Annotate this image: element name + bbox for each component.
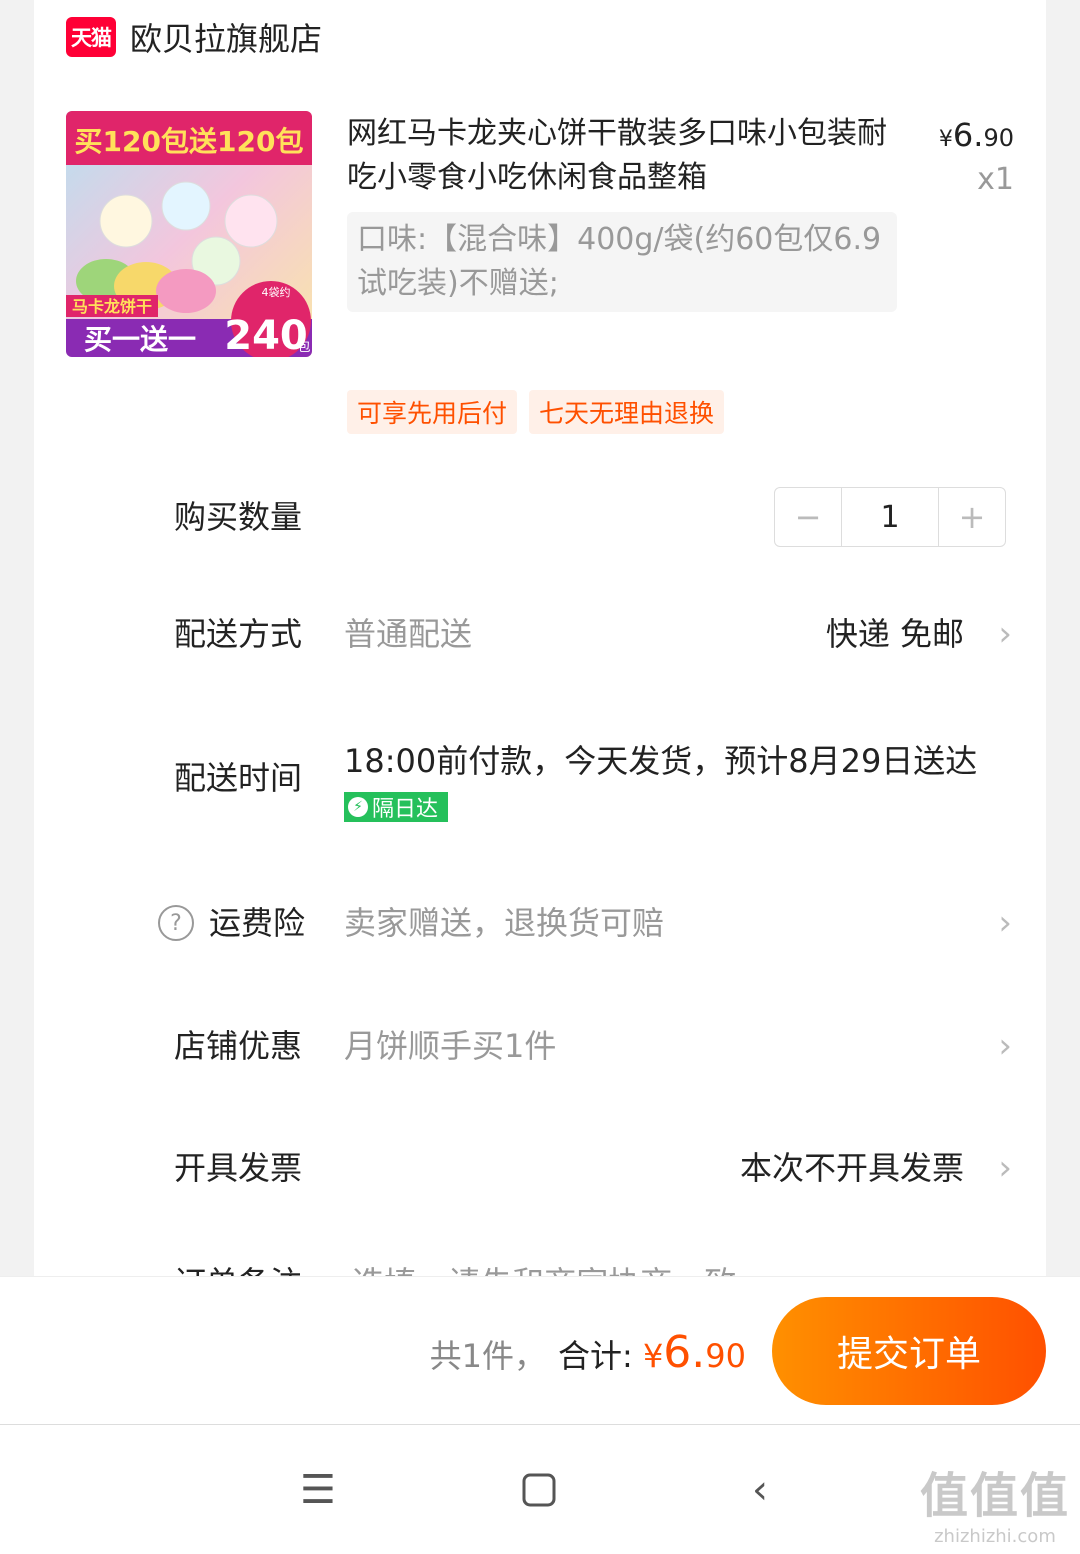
shipping-label: 配送方式 xyxy=(174,615,303,653)
chevron-right-icon: › xyxy=(998,903,1012,943)
store-discount-label: 店铺优惠 xyxy=(174,1027,303,1065)
image-text-mid: 马卡龙饼干 xyxy=(72,297,152,316)
chevron-right-icon: › xyxy=(998,1026,1012,1066)
price-decimal: 90 xyxy=(983,124,1014,152)
decrease-button[interactable]: − xyxy=(775,488,841,546)
next-day-text: 隔日达 xyxy=(372,797,439,822)
total-int: 6. xyxy=(663,1327,706,1378)
item-count: 共1件， xyxy=(429,1337,546,1375)
total-symbol: ¥ xyxy=(642,1337,664,1375)
order-note-input[interactable]: 选填，请先和商家协商一致 xyxy=(352,1264,736,1276)
product-quantity-mark: x1 xyxy=(977,162,1014,197)
home-icon[interactable] xyxy=(522,1471,556,1517)
watermark: 值值值 zhizhizhi.com xyxy=(920,1456,1070,1547)
freight-insurance-value: 卖家赠送，退换货可赔 xyxy=(344,904,665,942)
shipping-right: 快递 免邮 xyxy=(825,615,964,653)
delivery-time-label: 配送时间 xyxy=(174,759,303,797)
chevron-right-icon: › xyxy=(998,1148,1012,1188)
price-int: 6. xyxy=(952,116,984,154)
store-discount-row[interactable]: 店铺优惠 月饼顺手买1件 › xyxy=(34,1006,1046,1086)
shop-header[interactable]: 天猫 欧贝拉旗舰店 xyxy=(66,14,322,60)
tag-pay-later: 可享先用后付 xyxy=(347,390,518,434)
product-price: ¥6.90 xyxy=(939,116,1014,154)
freight-insurance-row[interactable]: ? 运费险 卖家赠送，退换货可赔 › xyxy=(34,883,1046,963)
menu-icon[interactable]: ☰ xyxy=(300,1467,336,1513)
next-day-badge: ⚡ 隔日达 xyxy=(344,792,449,822)
checkout-page: 天猫 欧贝拉旗舰店 买120包送120包 马卡龙饼干 买一送一 4袋约 240 … xyxy=(0,0,1080,1554)
image-text-unit: 包 xyxy=(297,340,310,355)
image-text-small: 4袋约 xyxy=(262,285,291,299)
order-card: 天猫 欧贝拉旗舰店 买120包送120包 马卡龙饼干 买一送一 4袋约 240 … xyxy=(34,0,1046,1276)
freight-insurance-label: 运费险 xyxy=(209,904,306,942)
image-text-bottom: 买一送一 xyxy=(84,323,196,356)
shipping-row[interactable]: 配送方式 普通配送 快递 免邮 › xyxy=(34,594,1046,674)
invoice-label: 开具发票 xyxy=(174,1149,303,1187)
invoice-right: 本次不开具发票 xyxy=(739,1149,964,1187)
question-icon[interactable]: ? xyxy=(158,905,194,941)
quantity-stepper: − 1 + xyxy=(774,487,1006,547)
watermark-url: zhizhizhi.com xyxy=(934,1526,1056,1547)
tag-7day-return: 七天无理由退换 xyxy=(529,390,725,434)
submit-order-button[interactable]: 提交订单 xyxy=(772,1297,1046,1405)
watermark-logo: 值值值 xyxy=(919,1468,1070,1524)
quantity-row: 购买数量 − 1 + xyxy=(34,477,1046,557)
chevron-right-icon: › xyxy=(998,614,1012,654)
total-decimal: 90 xyxy=(705,1337,746,1375)
total-label: 合计: xyxy=(557,1337,633,1375)
shipping-value: 普通配送 xyxy=(344,615,473,653)
quantity-label: 购买数量 xyxy=(174,498,303,536)
shop-name: 欧贝拉旗舰店 xyxy=(130,20,323,58)
system-nav-bar: ☰ ‹ 值值值 zhizhizhi.com xyxy=(0,1424,1080,1554)
service-tags: 可享先用后付 七天无理由退换 xyxy=(347,390,725,434)
sku-selection[interactable]: 口味:【混合味】400g/袋(约60包仅6.9试吃装)不赠送; xyxy=(347,212,897,312)
lightning-icon: ⚡ xyxy=(348,797,368,817)
product-image-art: 买120包送120包 马卡龙饼干 买一送一 4袋约 240 包 xyxy=(66,111,312,357)
order-note-row[interactable]: 订单备注 选填，请先和商家协商一致 xyxy=(174,1258,736,1276)
increase-button[interactable]: + xyxy=(939,488,1005,546)
image-text-count: 240 xyxy=(224,313,308,357)
quantity-input[interactable]: 1 xyxy=(841,488,939,546)
store-discount-value: 月饼顺手买1件 xyxy=(344,1027,557,1065)
total-amount: ¥6.90 xyxy=(642,1327,746,1378)
price-symbol: ¥ xyxy=(938,127,953,152)
product-title[interactable]: 网红马卡龙夹心饼干散装多口味小包装耐吃小零食小吃休闲食品整箱 xyxy=(347,112,887,200)
back-icon[interactable]: ‹ xyxy=(752,1467,768,1513)
checkout-bar: 共1件， 合计: ¥6.90 提交订单 xyxy=(0,1276,1080,1425)
invoice-row[interactable]: 开具发票 本次不开具发票 › xyxy=(34,1128,1046,1208)
order-summary: 共1件， 合计: ¥6.90 xyxy=(430,1327,746,1378)
image-text-top: 买120包送120包 xyxy=(75,125,304,158)
order-note-label: 订单备注 xyxy=(174,1264,302,1276)
product-image[interactable]: 买120包送120包 马卡龙饼干 买一送一 4袋约 240 包 xyxy=(66,111,312,357)
delivery-time-value: 18:00前付款，今天发货，预计8月29日送达 xyxy=(344,742,978,780)
tmall-logo: 天猫 xyxy=(66,17,116,57)
